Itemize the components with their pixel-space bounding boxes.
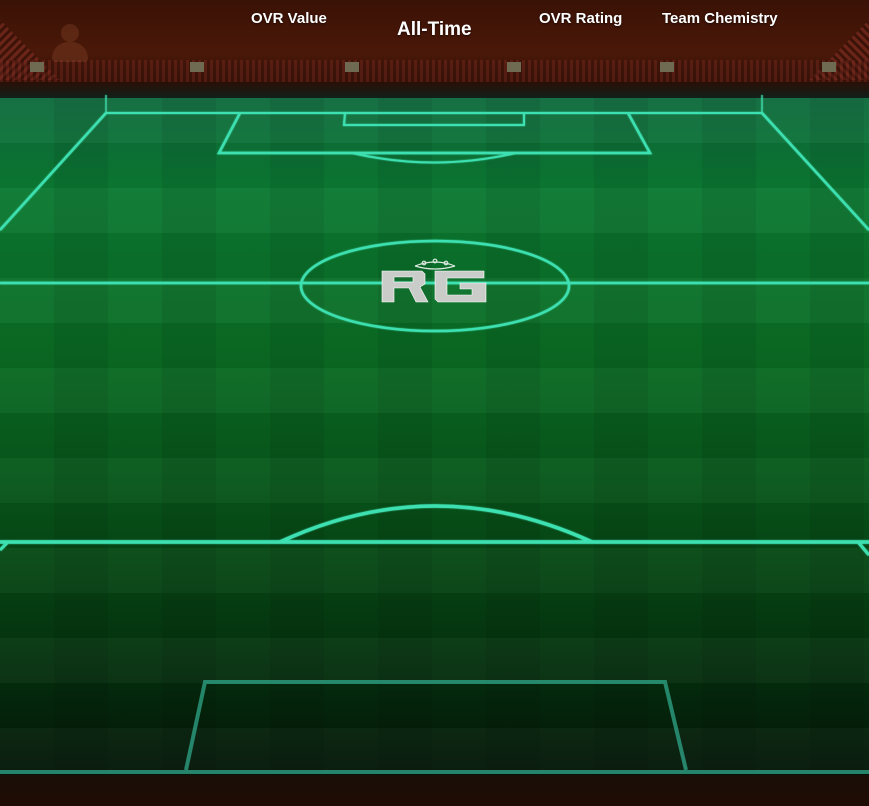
bottom-penalty-box-right [856, 541, 869, 556]
squad-title[interactable]: All-Time [397, 19, 472, 41]
top-penalty-box [216, 112, 653, 155]
pitch-markings [0, 95, 869, 774]
rg-logo [381, 258, 487, 303]
bottom-six-yard-box [184, 680, 688, 771]
squad-builder-screen: OVR Value All-Time OVR Rating Team Chemi… [0, 0, 869, 806]
bottom-stand-edge [0, 775, 869, 806]
ovr-value-label[interactable]: OVR Value [251, 10, 327, 27]
left-touchline-top [0, 112, 107, 231]
bottom-penalty-arc [279, 504, 593, 544]
ovr-rating-label[interactable]: OVR Rating [539, 10, 622, 27]
top-penalty-arc [351, 152, 517, 164]
top-six-yard-box [342, 112, 525, 126]
team-chemistry-label[interactable]: Team Chemistry [662, 10, 778, 27]
right-touchline-top [761, 112, 869, 231]
